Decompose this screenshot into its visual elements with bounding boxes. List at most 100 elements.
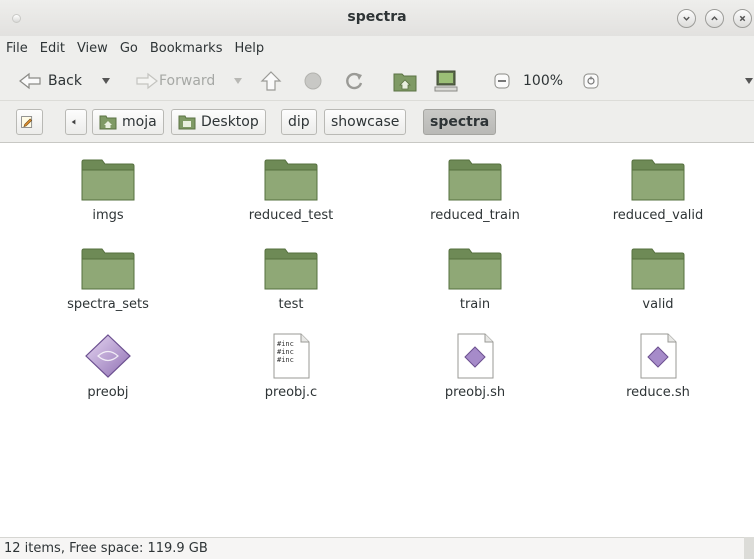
- file-name: spectra_sets: [67, 297, 149, 312]
- file-item-reduced-valid[interactable]: reduced_valid: [573, 158, 743, 223]
- crumb-dip[interactable]: dip: [281, 109, 317, 135]
- zoom-level[interactable]: 100%: [523, 69, 563, 93]
- title-bar: spectra: [0, 0, 754, 36]
- forward-history-dropdown[interactable]: [233, 69, 243, 93]
- executable-icon: [85, 334, 131, 378]
- file-item-reduced-train[interactable]: reduced_train: [390, 158, 560, 223]
- crumb-label: showcase: [331, 114, 400, 130]
- folder-icon: [631, 159, 685, 201]
- file-name: reduced_test: [248, 208, 334, 223]
- back-arrow-icon: [19, 72, 41, 90]
- stop-button[interactable]: [302, 69, 324, 93]
- file-item-preobj-sh[interactable]: preobj.sh: [390, 333, 560, 400]
- path-scroll-left-button[interactable]: [65, 109, 87, 135]
- menu-file[interactable]: File: [6, 41, 28, 56]
- minimize-button[interactable]: [677, 9, 696, 28]
- file-name: valid: [642, 297, 674, 312]
- close-icon: [739, 15, 746, 22]
- folder-icon: [631, 248, 685, 290]
- crumb-desktop[interactable]: Desktop: [171, 109, 266, 135]
- up-arrow-icon: [260, 71, 282, 91]
- chevron-left-icon: [71, 119, 76, 125]
- folder-icon: [264, 159, 318, 201]
- home-button[interactable]: [393, 69, 417, 93]
- folder-icon: [81, 159, 135, 201]
- script-icon: [457, 333, 494, 379]
- file-name: train: [459, 297, 491, 312]
- menu-bar: File Edit View Go Bookmarks Help: [0, 36, 754, 61]
- script-icon: [640, 333, 677, 379]
- source-preview-line: #inc: [277, 340, 294, 348]
- stop-icon: [304, 72, 322, 90]
- file-item-spectra-sets[interactable]: spectra_sets: [23, 247, 193, 312]
- file-item-imgs[interactable]: imgs: [23, 158, 193, 223]
- up-button[interactable]: [260, 69, 282, 93]
- forward-label: Forward: [159, 73, 216, 89]
- file-view[interactable]: imgs reduced_test reduced_train reduced_…: [0, 143, 754, 537]
- crumb-label: Desktop: [201, 114, 259, 130]
- folder-icon: [448, 159, 502, 201]
- crumb-moja[interactable]: moja: [92, 109, 164, 135]
- crumb-label: dip: [288, 114, 310, 130]
- toolbar-overflow-button[interactable]: [744, 69, 754, 93]
- zoom-out-button[interactable]: [494, 69, 510, 93]
- location-toggle-button[interactable]: [16, 109, 43, 135]
- chevron-down-icon: [683, 16, 690, 21]
- computer-button[interactable]: [434, 69, 458, 93]
- folder-icon: [264, 248, 318, 290]
- file-name: test: [278, 297, 304, 312]
- zoom-in-icon: [583, 73, 599, 89]
- status-bar: 12 items, Free space: 119.9 GB: [0, 537, 754, 559]
- file-name: reduce.sh: [626, 385, 690, 400]
- window-title: spectra: [347, 9, 407, 25]
- zoom-level-label: 100%: [523, 73, 564, 89]
- file-item-preobj-c[interactable]: #inc #inc #inc preobj.c: [206, 333, 376, 400]
- folder-icon: [448, 248, 502, 290]
- crumb-label: spectra: [430, 114, 490, 130]
- crumb-spectra[interactable]: spectra: [423, 109, 497, 135]
- desktop-folder-icon: [178, 115, 196, 130]
- forward-arrow-icon: [136, 72, 158, 90]
- source-preview-line: #inc: [277, 356, 294, 364]
- chevron-up-icon: [711, 16, 718, 21]
- forward-button[interactable]: Forward: [133, 69, 215, 93]
- maximize-button[interactable]: [705, 9, 724, 28]
- file-item-train[interactable]: train: [390, 247, 560, 312]
- resize-grip[interactable]: [744, 537, 754, 559]
- home-folder-icon: [99, 115, 117, 130]
- file-name: preobj.c: [264, 385, 318, 400]
- file-item-valid[interactable]: valid: [573, 247, 743, 312]
- edit-location-icon: [21, 116, 33, 128]
- file-item-preobj[interactable]: preobj: [23, 333, 193, 400]
- menu-bookmarks[interactable]: Bookmarks: [150, 41, 223, 56]
- crumb-showcase[interactable]: showcase: [324, 109, 407, 135]
- back-button[interactable]: Back: [18, 69, 82, 93]
- computer-icon: [434, 70, 458, 92]
- file-name: reduced_valid: [612, 208, 704, 223]
- folder-icon: [81, 248, 135, 290]
- source-preview-line: #inc: [277, 348, 294, 356]
- reload-button[interactable]: [343, 69, 365, 93]
- dropdown-arrow-icon: [234, 78, 242, 84]
- back-history-dropdown[interactable]: [101, 69, 111, 93]
- close-button[interactable]: [733, 9, 752, 28]
- back-label: Back: [48, 73, 82, 89]
- dropdown-arrow-icon: [745, 78, 753, 84]
- file-name: imgs: [92, 208, 124, 223]
- menu-view[interactable]: View: [77, 41, 108, 56]
- file-name: preobj.sh: [444, 385, 506, 400]
- file-item-reduced-test[interactable]: reduced_test: [206, 158, 376, 223]
- crumb-label: moja: [122, 114, 157, 130]
- file-item-reduce-sh[interactable]: reduce.sh: [573, 333, 743, 400]
- c-source-icon: #inc #inc #inc: [273, 333, 310, 379]
- file-name: preobj: [87, 385, 129, 400]
- reload-icon: [346, 72, 363, 90]
- file-item-test[interactable]: test: [206, 247, 376, 312]
- menu-edit[interactable]: Edit: [40, 41, 65, 56]
- menu-go[interactable]: Go: [120, 41, 138, 56]
- status-text: 12 items, Free space: 119.9 GB: [4, 541, 208, 556]
- zoom-in-button[interactable]: [583, 69, 599, 93]
- menu-help[interactable]: Help: [234, 41, 264, 56]
- toolbar: Back Forward 100%: [0, 61, 754, 101]
- home-folder-icon: [393, 73, 417, 92]
